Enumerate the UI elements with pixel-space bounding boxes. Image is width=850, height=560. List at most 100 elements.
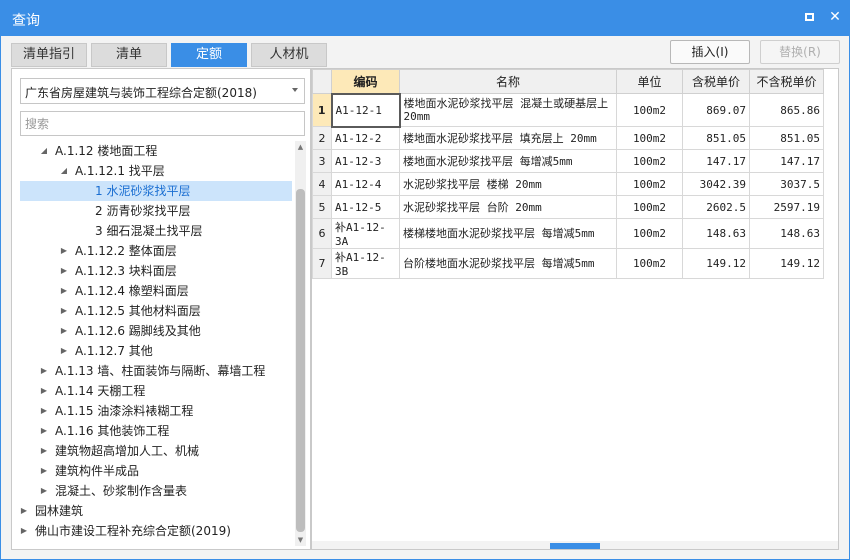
column-header-unit[interactable]: 单位 [616, 69, 683, 94]
tree-node[interactable]: ▶ 建筑物超高增加人工、机械 [20, 441, 292, 461]
cell-code[interactable]: A1-12-5 [331, 195, 400, 219]
tree-node[interactable]: ▶ 佛山市建设工程补充综合定额(2019) [20, 521, 292, 541]
search-input[interactable] [20, 111, 305, 136]
cell-price-tax[interactable]: 2602.5 [682, 195, 750, 219]
replace-button[interactable]: 替换(R) [760, 40, 840, 64]
cell-price-notax[interactable]: 148.63 [749, 218, 824, 249]
expanded-triangle-icon[interactable]: ◢ [59, 161, 69, 181]
quota-library-select[interactable]: 广东省房屋建筑与装饰工程综合定额(2018) [20, 78, 305, 104]
tab-labor-material-machine[interactable]: 人材机 [251, 43, 327, 67]
table-row[interactable]: 6 补A1-12-3A 楼梯楼地面水泥砂浆找平层 每增减5mm 100m2 148.63… [312, 218, 824, 249]
cell-price-tax[interactable]: 147.17 [682, 149, 750, 173]
table-row[interactable]: 1 A1-12-1 楼地面水泥砂浆找平层 混凝土或硬基层上 20mm 100m2 869… [312, 92, 824, 128]
cell-name[interactable]: 水泥砂浆找平层 楼梯 20mm [399, 172, 617, 196]
cell-name[interactable]: 楼地面水泥砂浆找平层 填充层上 20mm [399, 126, 617, 150]
tree-node[interactable]: 2 沥青砂浆找平层 [20, 201, 292, 221]
column-header-name[interactable]: 名称 [399, 69, 617, 94]
cell-price-tax[interactable]: 148.63 [682, 218, 750, 249]
scroll-thumb[interactable] [296, 189, 305, 532]
table-row[interactable]: 2 A1-12-2 楼地面水泥砂浆找平层 填充层上 20mm 100m2 851.05 8… [312, 126, 824, 150]
column-header-price-notax[interactable]: 不含税单价 [749, 69, 824, 94]
row-index[interactable]: 2 [312, 126, 332, 150]
collapsed-triangle-icon[interactable]: ▶ [39, 381, 49, 401]
cell-code[interactable]: A1-12-1 [330, 92, 401, 128]
tree-node[interactable]: ▶ A.1.15 油漆涂料裱糊工程 [20, 401, 292, 421]
collapsed-triangle-icon[interactable]: ▶ [39, 441, 49, 461]
cell-price-tax[interactable]: 149.12 [682, 248, 750, 279]
cell-code[interactable]: 补A1-12-3A [331, 218, 400, 249]
tree-node[interactable]: ◢ A.1.12 楼地面工程 [20, 141, 292, 161]
cell-price-notax[interactable]: 147.17 [749, 149, 824, 173]
collapsed-triangle-icon[interactable]: ▶ [59, 241, 69, 261]
collapsed-triangle-icon[interactable]: ▶ [20, 501, 29, 521]
collapsed-triangle-icon[interactable]: ▶ [59, 281, 69, 301]
collapsed-triangle-icon[interactable]: ▶ [20, 521, 29, 541]
scroll-down-icon[interactable]: ▼ [295, 534, 306, 546]
tree-node[interactable]: ▶ 建筑构件半成品 [20, 461, 292, 481]
cell-unit[interactable]: 100m2 [616, 195, 683, 219]
tab-quota[interactable]: 定额 [171, 43, 247, 67]
cell-name[interactable]: 台阶楼地面水泥砂浆找平层 每增减5mm [399, 248, 617, 279]
cell-unit[interactable]: 100m2 [616, 172, 683, 196]
cell-unit[interactable]: 100m2 [616, 93, 683, 127]
tab-bill[interactable]: 清单 [91, 43, 167, 67]
cell-price-notax[interactable]: 865.86 [749, 93, 824, 127]
collapsed-triangle-icon[interactable]: ▶ [39, 361, 49, 381]
cell-price-notax[interactable]: 851.05 [749, 126, 824, 150]
collapsed-triangle-icon[interactable]: ▶ [39, 481, 49, 501]
row-index[interactable]: 1 [312, 93, 332, 127]
cell-unit[interactable]: 100m2 [616, 218, 683, 249]
collapsed-triangle-icon[interactable]: ▶ [39, 421, 49, 441]
cell-unit[interactable]: 100m2 [616, 149, 683, 173]
table-row[interactable]: 3 A1-12-3 楼地面水泥砂浆找平层 每增减5mm 100m2 147.17 147.… [312, 149, 824, 173]
cell-unit[interactable]: 100m2 [616, 126, 683, 150]
tree-node[interactable]: 1 水泥砂浆找平层 [20, 181, 292, 201]
cell-code[interactable]: A1-12-2 [331, 126, 400, 150]
tree-node[interactable]: ▶ A.1.12.6 踢脚线及其他 [20, 321, 292, 341]
column-header-code[interactable]: 编码 [331, 69, 400, 94]
tree-node[interactable]: ▶ A.1.12.2 整体面层 [20, 241, 292, 261]
collapsed-triangle-icon[interactable]: ▶ [59, 301, 69, 321]
row-index[interactable]: 5 [312, 195, 332, 219]
tab-bill-guide[interactable]: 清单指引 [11, 43, 87, 67]
maximize-icon[interactable] [800, 8, 818, 26]
cell-code[interactable]: A1-12-4 [331, 172, 400, 196]
tree-node[interactable]: ▶ 园林建筑 [20, 501, 292, 521]
tree-node[interactable]: ▶ A.1.16 其他装饰工程 [20, 421, 292, 441]
cell-price-notax[interactable]: 3037.5 [749, 172, 824, 196]
cell-price-notax[interactable]: 2597.19 [749, 195, 824, 219]
cell-name[interactable]: 楼地面水泥砂浆找平层 混凝土或硬基层上 20mm [399, 93, 617, 127]
splitter-handle[interactable] [550, 543, 600, 549]
tree-node[interactable]: ▶ A.1.14 天棚工程 [20, 381, 292, 401]
tree-scrollbar[interactable]: ▲ ▼ [295, 141, 306, 546]
cell-price-tax[interactable]: 851.05 [682, 126, 750, 150]
table-row[interactable]: 7 补A1-12-3B 台阶楼地面水泥砂浆找平层 每增减5mm 100m2 149.12… [312, 248, 824, 279]
tree-node[interactable]: ▶ A.1.13 墙、柱面装饰与隔断、幕墙工程 [20, 361, 292, 381]
column-header-price-tax[interactable]: 含税单价 [682, 69, 750, 94]
cell-code[interactable]: 补A1-12-3B [331, 248, 400, 279]
table-row[interactable]: 4 A1-12-4 水泥砂浆找平层 楼梯 20mm 100m2 3042.39 3037.… [312, 172, 824, 196]
tree-node[interactable]: ▶ A.1.12.4 橡塑料面层 [20, 281, 292, 301]
tree-node[interactable]: ▶ A.1.12.5 其他材料面层 [20, 301, 292, 321]
cell-unit[interactable]: 100m2 [616, 248, 683, 279]
expanded-triangle-icon[interactable]: ◢ [39, 141, 49, 161]
tree-node[interactable]: ▶ A.1.12.7 其他 [20, 341, 292, 361]
cell-price-tax[interactable]: 3042.39 [682, 172, 750, 196]
insert-button[interactable]: 插入(I) [670, 40, 750, 64]
tree-node[interactable]: 3 细石混凝土找平层 [20, 221, 292, 241]
cell-name[interactable]: 水泥砂浆找平层 台阶 20mm [399, 195, 617, 219]
tree-node[interactable]: ▶ A.1.12.3 块料面层 [20, 261, 292, 281]
tree-node[interactable]: ▶ 混凝土、砂浆制作含量表 [20, 481, 292, 501]
row-index[interactable]: 7 [312, 248, 332, 279]
collapsed-triangle-icon[interactable]: ▶ [59, 261, 69, 281]
close-icon[interactable]: ✕ [826, 8, 844, 26]
collapsed-triangle-icon[interactable]: ▶ [59, 321, 69, 341]
cell-price-notax[interactable]: 149.12 [749, 248, 824, 279]
collapsed-triangle-icon[interactable]: ▶ [59, 341, 69, 361]
cell-name[interactable]: 楼梯楼地面水泥砂浆找平层 每增减5mm [399, 218, 617, 249]
collapsed-triangle-icon[interactable]: ▶ [39, 461, 49, 481]
cell-price-tax[interactable]: 869.07 [682, 93, 750, 127]
row-index[interactable]: 4 [312, 172, 332, 196]
cell-name[interactable]: 楼地面水泥砂浆找平层 每增减5mm [399, 149, 617, 173]
tree-node[interactable]: ◢ A.1.12.1 找平层 [20, 161, 292, 181]
